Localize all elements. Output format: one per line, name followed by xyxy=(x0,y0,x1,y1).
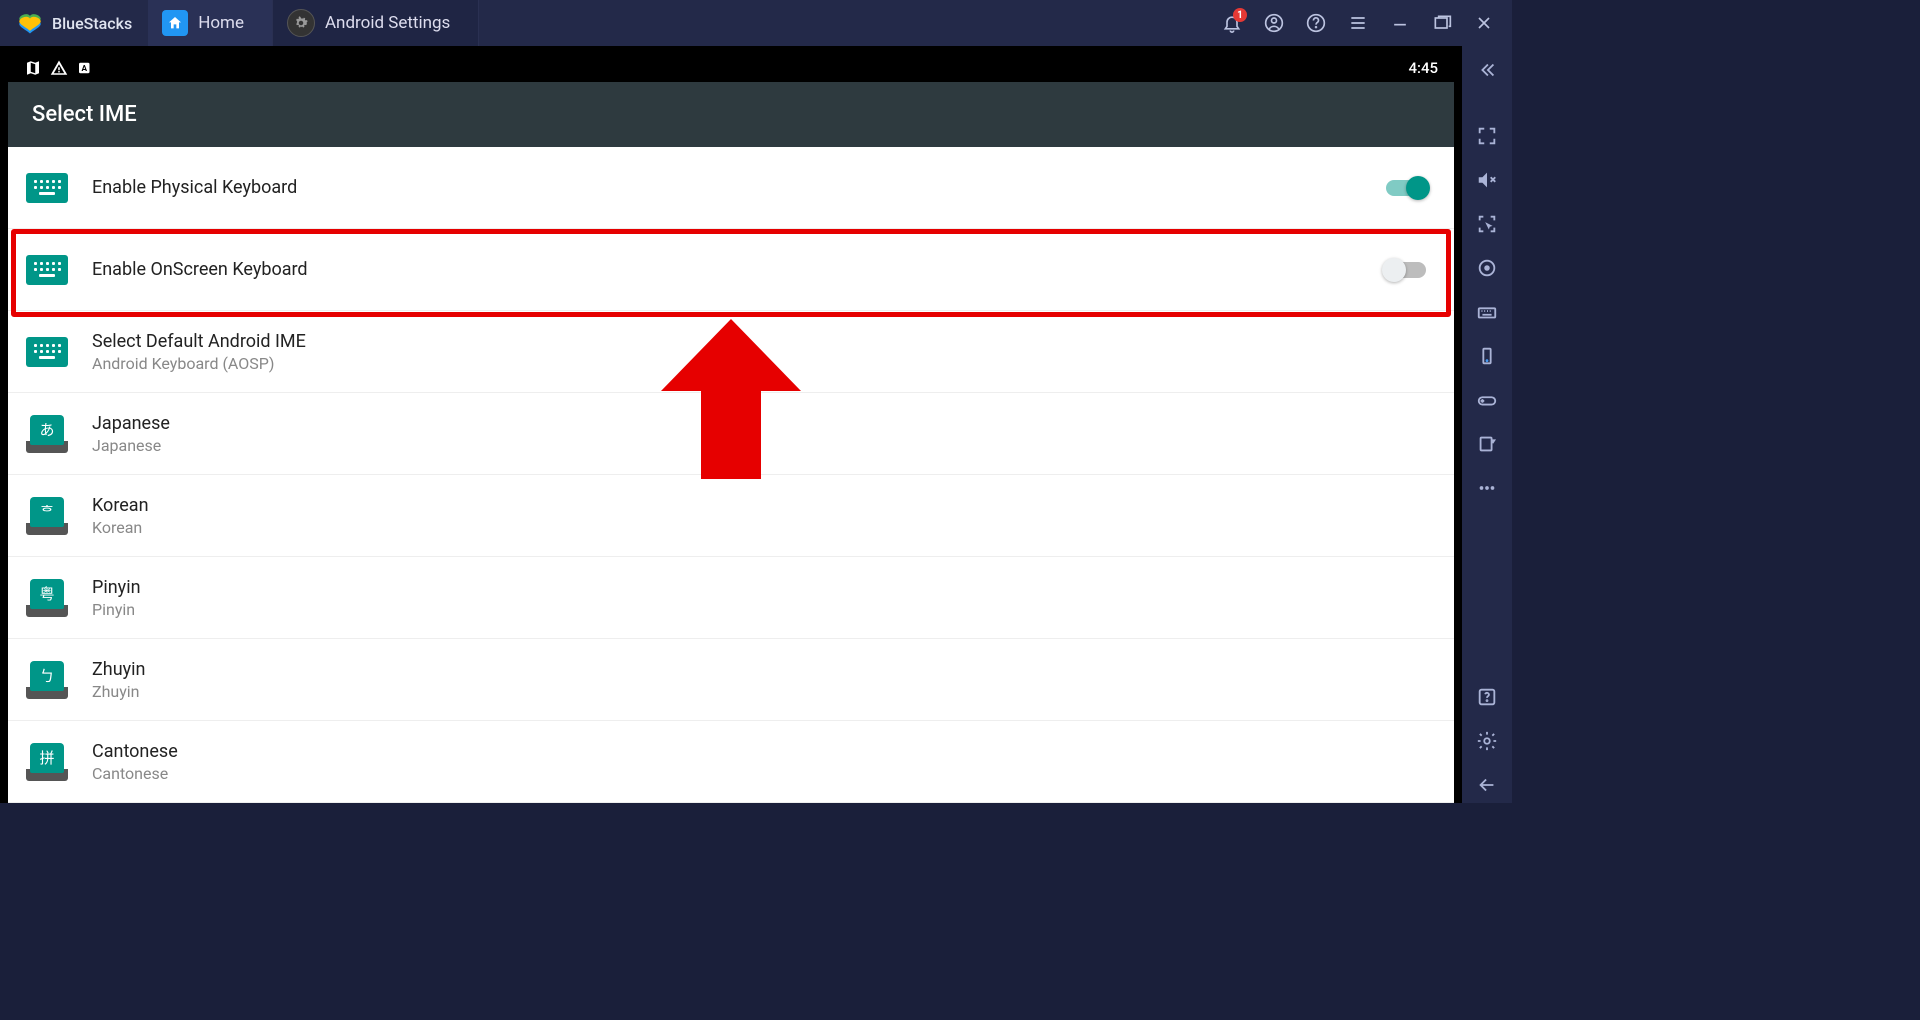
toggle-physical-keyboard[interactable] xyxy=(1386,180,1426,196)
setting-title: Select Default Android IME xyxy=(92,331,1436,352)
notifications-icon[interactable]: 1 xyxy=(1222,13,1242,33)
map-icon xyxy=(24,59,42,77)
cursor-lock-icon[interactable] xyxy=(1469,206,1505,242)
setting-subtitle: Android Keyboard (AOSP) xyxy=(92,354,1436,373)
gamepad-icon[interactable] xyxy=(1469,382,1505,418)
tab-android-settings[interactable]: Android Settings xyxy=(273,0,479,46)
home-icon xyxy=(162,10,188,36)
setting-subtitle: Japanese xyxy=(92,436,1436,455)
keyboard-icon xyxy=(26,173,68,203)
setting-japanese[interactable]: あ Japanese Japanese xyxy=(8,393,1454,475)
tab-home-label: Home xyxy=(198,13,244,33)
window-controls: 1 xyxy=(1204,13,1512,33)
setting-title: Pinyin xyxy=(92,577,1436,598)
page-title: Select IME xyxy=(8,82,1454,147)
language-key-icon: あ xyxy=(26,415,68,453)
maximize-icon[interactable] xyxy=(1432,13,1452,33)
account-icon[interactable] xyxy=(1264,13,1284,33)
location-icon[interactable] xyxy=(1469,250,1505,286)
svg-text:A: A xyxy=(81,64,87,74)
setting-title: Cantonese xyxy=(92,741,1436,762)
tab-bar: Home Android Settings xyxy=(148,0,479,46)
label-icon: A xyxy=(76,59,94,77)
language-key-icon: ㄅ xyxy=(26,661,68,699)
setting-cantonese[interactable]: 拼 Cantonese Cantonese xyxy=(8,721,1454,803)
setting-title: Japanese xyxy=(92,413,1436,434)
setting-title: Zhuyin xyxy=(92,659,1436,680)
setting-pinyin[interactable]: 粤 Pinyin Pinyin xyxy=(8,557,1454,639)
setting-title: Enable Physical Keyboard xyxy=(92,177,1386,198)
titlebar: BlueStacks Home Android Settings 1 xyxy=(0,0,1512,46)
setting-subtitle: Cantonese xyxy=(92,764,1436,783)
right-toolbar xyxy=(1462,46,1512,803)
menu-icon[interactable] xyxy=(1348,13,1368,33)
android-statusbar: A 4:45 xyxy=(8,54,1454,82)
collapse-sidebar-icon[interactable] xyxy=(1469,52,1505,88)
notification-badge: 1 xyxy=(1233,8,1247,22)
setting-zhuyin[interactable]: ㄅ Zhuyin Zhuyin xyxy=(8,639,1454,721)
gear-icon xyxy=(287,9,315,37)
statusbar-time: 4:45 xyxy=(1408,59,1438,77)
tab-settings-label: Android Settings xyxy=(325,13,450,33)
setting-subtitle: Korean xyxy=(92,518,1436,537)
language-key-icon: 拼 xyxy=(26,743,68,781)
rotate-icon[interactable] xyxy=(1469,338,1505,374)
settings-list: Enable Physical Keyboard Enable OnScreen… xyxy=(8,147,1454,803)
fullscreen-icon[interactable] xyxy=(1469,118,1505,154)
help-icon[interactable] xyxy=(1306,13,1326,33)
setting-title: Korean xyxy=(92,495,1436,516)
setting-enable-onscreen-keyboard[interactable]: Enable OnScreen Keyboard xyxy=(8,229,1454,311)
warning-icon xyxy=(50,59,68,77)
volume-mute-icon[interactable] xyxy=(1469,162,1505,198)
setting-korean[interactable]: ᄒ Korean Korean xyxy=(8,475,1454,557)
keyboard-icon xyxy=(26,255,68,285)
settings-gear-icon[interactable] xyxy=(1469,723,1505,759)
brand-area: BlueStacks xyxy=(0,0,148,46)
tab-home[interactable]: Home xyxy=(148,0,273,46)
android-viewport: A 4:45 Select IME Enable Physical Keyboa… xyxy=(0,46,1462,803)
setting-subtitle: Pinyin xyxy=(92,600,1436,619)
keyboard-controls-icon[interactable] xyxy=(1469,294,1505,330)
macro-icon[interactable] xyxy=(1469,426,1505,462)
close-icon[interactable] xyxy=(1474,13,1494,33)
setting-title: Enable OnScreen Keyboard xyxy=(92,259,1386,280)
keyboard-icon xyxy=(26,337,68,367)
minimize-icon[interactable] xyxy=(1390,13,1410,33)
help-square-icon[interactable] xyxy=(1469,679,1505,715)
language-key-icon: 粤 xyxy=(26,579,68,617)
toggle-onscreen-keyboard[interactable] xyxy=(1386,262,1426,278)
language-key-icon: ᄒ xyxy=(26,497,68,535)
setting-select-default-ime[interactable]: Select Default Android IME Android Keybo… xyxy=(8,311,1454,393)
back-icon[interactable] xyxy=(1469,767,1505,803)
setting-subtitle: Zhuyin xyxy=(92,682,1436,701)
brand-text: BlueStacks xyxy=(52,14,132,33)
more-icon[interactable] xyxy=(1469,470,1505,506)
bluestacks-logo-icon xyxy=(16,9,44,37)
setting-enable-physical-keyboard[interactable]: Enable Physical Keyboard xyxy=(8,147,1454,229)
